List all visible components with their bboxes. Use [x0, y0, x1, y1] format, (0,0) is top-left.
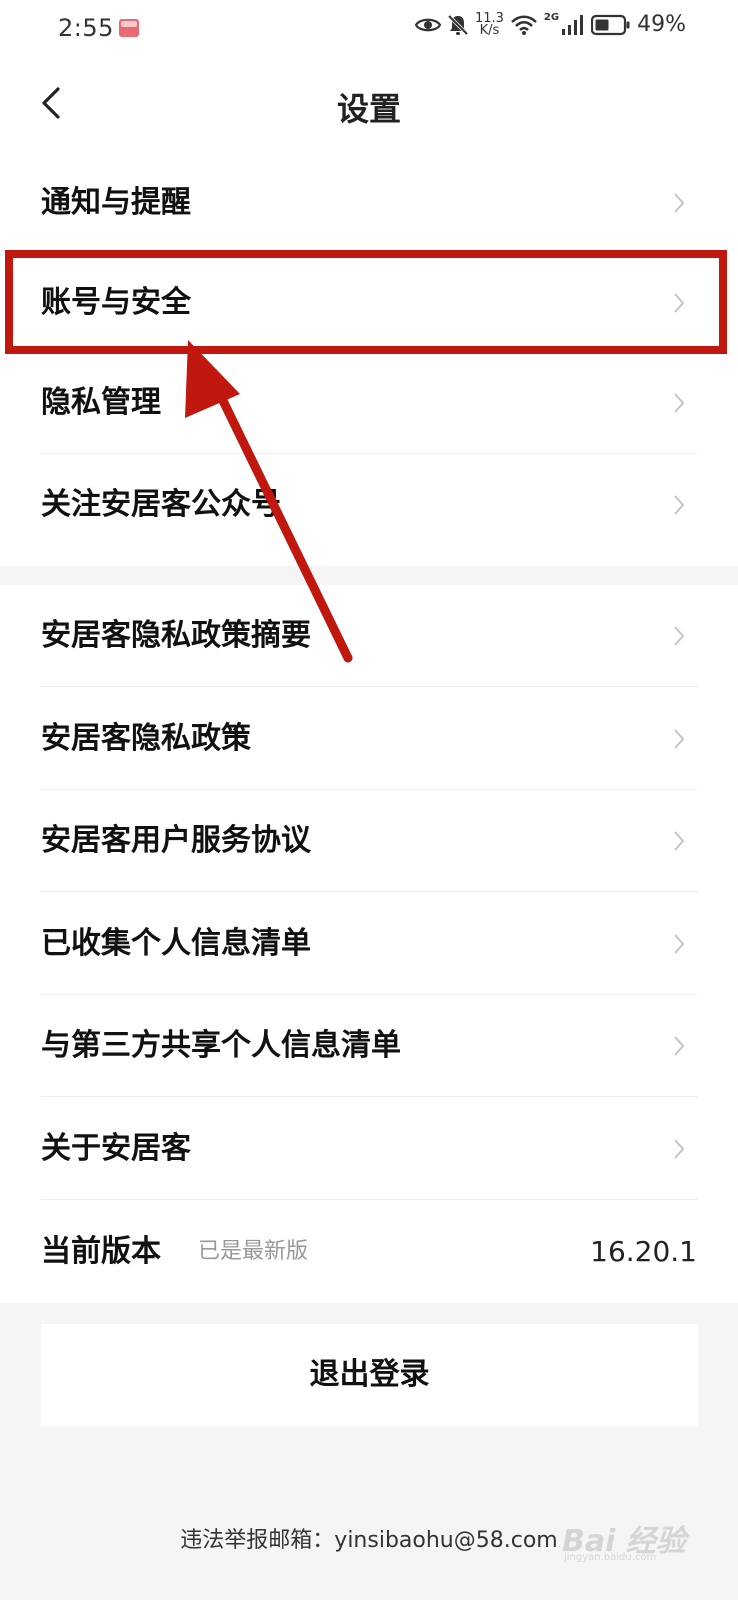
settings-item-label: 账号与安全: [41, 285, 191, 320]
version-number: 16.20.1: [590, 1235, 697, 1268]
settings-item-follow-official-account[interactable]: 关注安居客公众号: [0, 454, 738, 556]
settings-item-label: 安居客用户服务协议: [41, 823, 311, 858]
chevron-right-icon: [674, 831, 685, 851]
divider: [41, 891, 698, 892]
settings-item-label: 通知与提醒: [41, 185, 191, 220]
divider: [41, 686, 698, 687]
chevron-right-icon: [674, 293, 685, 313]
battery-icon: [591, 14, 630, 35]
chevron-right-icon: [674, 1139, 685, 1159]
settings-item-third-party-sharing-list[interactable]: 与第三方共享个人信息清单: [0, 995, 738, 1097]
status-bar: 2:55 11.3 K/s 2G 49%: [0, 0, 738, 58]
wifi-icon: [511, 14, 537, 35]
settings-item-privacy-summary[interactable]: 安居客隐私政策摘要: [0, 585, 738, 687]
settings-item-label: 与第三方共享个人信息清单: [41, 1028, 401, 1063]
version-status: 已是最新版: [198, 1239, 309, 1264]
signal-icon: [562, 14, 584, 35]
settings-item-label: 安居客隐私政策: [41, 721, 251, 756]
status-icons: 11.3 K/s 2G 49%: [414, 12, 686, 38]
chevron-right-icon: [674, 495, 685, 515]
settings-item-about[interactable]: 关于安居客: [0, 1098, 738, 1200]
report-email-label: 违法举报邮箱：: [180, 1528, 335, 1553]
report-email-address[interactable]: yinsibaohu@58.com: [334, 1528, 557, 1553]
settings-item-label: 隐私管理: [41, 385, 161, 420]
settings-item-label: 关注安居客公众号: [41, 487, 281, 522]
settings-item-label: 已收集个人信息清单: [41, 926, 311, 961]
report-email: 违法举报邮箱：yinsibaohu@58.com: [0, 1522, 738, 1554]
logout-button[interactable]: 退出登录: [41, 1324, 698, 1426]
settings-item-label: 关于安居客: [41, 1131, 191, 1166]
settings-item-privacy-policy[interactable]: 安居客隐私政策: [0, 688, 738, 790]
settings-item-account-security[interactable]: 账号与安全: [0, 252, 738, 354]
version-label: 当前版本: [41, 1234, 161, 1269]
chevron-right-icon: [674, 934, 685, 954]
app-notification-icon: [119, 19, 139, 37]
settings-item-user-agreement[interactable]: 安居客用户服务协议: [0, 790, 738, 892]
divider: [41, 1096, 698, 1097]
network-speed: 11.3 K/s: [475, 12, 504, 38]
settings-item-label: 安居客隐私政策摘要: [41, 618, 311, 653]
chevron-right-icon: [674, 1036, 685, 1056]
version-row: 当前版本 已是最新版 16.20.1: [0, 1200, 738, 1303]
nav-bar: 设置: [0, 58, 738, 154]
chevron-right-icon: [674, 393, 685, 413]
settings-item-notifications[interactable]: 通知与提醒: [0, 152, 738, 254]
page-title: 设置: [336, 90, 401, 128]
chevron-right-icon: [674, 729, 685, 749]
network-speed-unit: K/s: [479, 22, 500, 38]
chevron-right-icon: [674, 626, 685, 646]
status-time: 2:55: [58, 14, 114, 42]
eye-icon: [414, 18, 441, 31]
mute-bell-icon: [447, 14, 469, 35]
settings-item-collected-info-list[interactable]: 已收集个人信息清单: [0, 893, 738, 995]
network-type: 2G: [543, 12, 560, 23]
chevron-right-icon: [674, 193, 685, 213]
settings-item-privacy[interactable]: 隐私管理: [0, 352, 738, 454]
battery-percent: 49%: [637, 12, 686, 37]
